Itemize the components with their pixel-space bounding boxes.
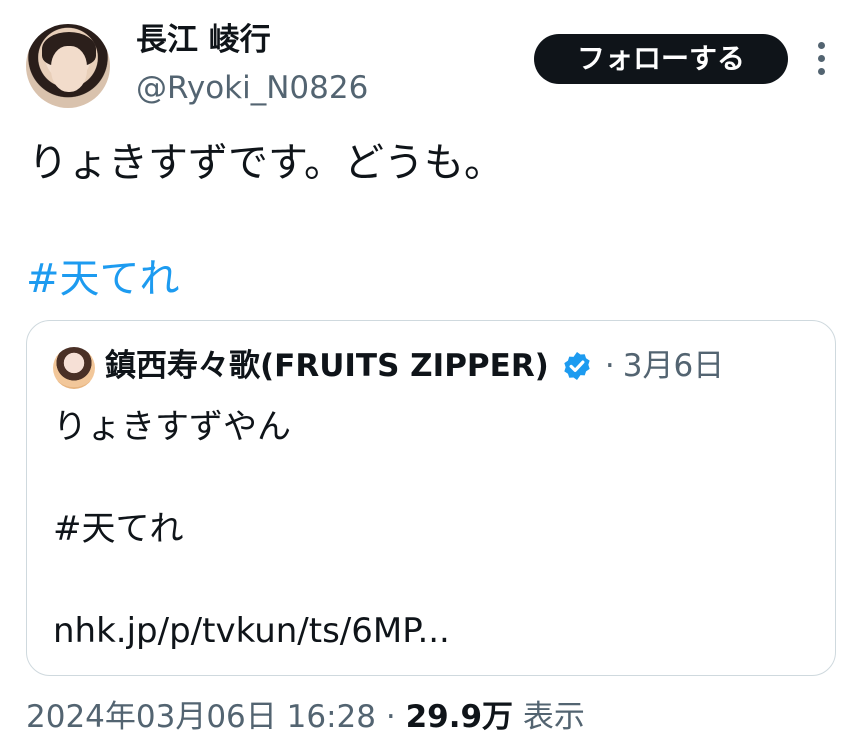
views-count: 29.9万 [405,699,514,735]
hashtag-link[interactable]: #天てれ [26,254,180,304]
views-label: 表示 [522,699,585,735]
author-display-name[interactable]: 長江 崚行 [136,20,271,60]
quoted-text-line: りょきすずやん [53,407,291,447]
tweet-timestamp[interactable]: 2024年03月06日 16:28 [26,699,376,735]
quoted-author-row: 鎮西寿々歌(FRUITS ZIPPER) · 3月6日 [105,343,724,389]
follow-button[interactable]: フォローする [534,34,788,84]
quoted-link: nhk.jp/p/tvkun/ts/6MP... [53,611,450,651]
avatar-face [51,46,87,92]
quoted-date[interactable]: 3月6日 [623,343,724,389]
verified-badge-icon [564,352,590,380]
author-avatar[interactable] [26,24,110,108]
tweet-meta: 2024年03月06日 16:28 · 29.9万 表示 [26,694,585,740]
author-handle[interactable]: @Ryoki_N0826 [136,68,368,108]
quoted-separator: · [604,348,615,384]
tweet-text: りょきすずです。どうも。 [28,140,504,186]
quoted-hashtag: #天てれ [53,509,184,549]
meta-separator: · [385,699,396,735]
quoted-author-name[interactable]: 鎮西寿々歌(FRUITS ZIPPER) [105,343,549,389]
quoted-author-avatar[interactable] [53,347,95,389]
quoted-tweet-card[interactable]: 鎮西寿々歌(FRUITS ZIPPER) · 3月6日 りょきすずやん #天てれ… [26,320,836,676]
more-vertical-icon[interactable] [812,42,830,76]
